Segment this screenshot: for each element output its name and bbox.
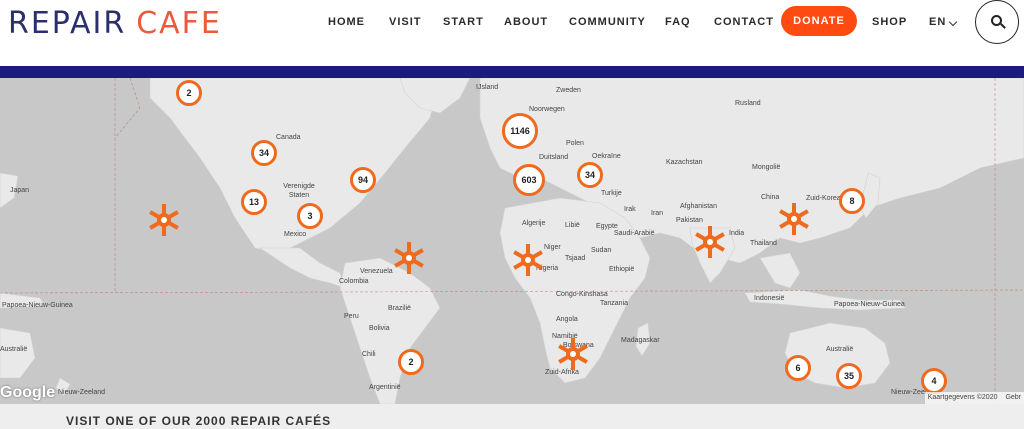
map-label: Brazilië <box>388 305 411 312</box>
map-label: Venezuela <box>360 268 393 275</box>
map-label: Indonesië <box>754 295 785 302</box>
map-label: Polen <box>566 140 584 147</box>
map-label: Duitsland <box>539 154 569 161</box>
map-label: Papoea-Nieuw-Guinea <box>2 302 73 309</box>
map-label: Egypte <box>596 223 618 230</box>
cluster-marker[interactable]: 2 <box>176 80 202 106</box>
map-label: Thailand <box>750 240 777 247</box>
cluster-marker[interactable]: 94 <box>350 167 376 193</box>
cluster-marker[interactable]: 2 <box>398 349 424 375</box>
map-label: Ethiopië <box>609 266 635 273</box>
map-label: Libië <box>565 222 580 229</box>
map-label: Angola <box>556 316 578 323</box>
cluster-marker[interactable]: 34 <box>251 140 277 166</box>
map-label: Irak <box>624 206 636 213</box>
search-button[interactable] <box>975 0 1019 44</box>
map-label: Afghanistan <box>680 203 717 210</box>
map-label: Japan <box>10 187 30 194</box>
map-label: Mongolië <box>752 164 781 171</box>
cluster-marker[interactable]: 1146 <box>502 113 538 149</box>
chevron-down-icon <box>949 17 958 27</box>
map-label: Mexico <box>284 231 307 238</box>
cluster-marker[interactable]: 6 <box>785 355 811 381</box>
map-label: Papoea-Nieuw-Guinea <box>834 301 905 308</box>
map-label: Peru <box>344 313 359 320</box>
cluster-marker[interactable]: 603 <box>513 164 545 196</box>
cluster-marker[interactable]: 13 <box>241 189 267 215</box>
map-label: Iran <box>651 210 664 217</box>
map-label: Tsjaad <box>565 255 586 262</box>
site-header: REPAIR CAFE HOME VISIT START ABOUT COMMUN… <box>0 0 1024 66</box>
map-label: Verenigde Staten <box>283 183 315 199</box>
map-label: Nieuw-Zeeland <box>58 389 106 396</box>
map-label: Kazachstan <box>666 159 703 166</box>
map-label: China <box>761 194 780 201</box>
map-label: Niger <box>544 244 561 251</box>
map-label: Pakistan <box>676 217 703 224</box>
nav-contact[interactable]: CONTACT <box>714 16 774 28</box>
nav-faq[interactable]: FAQ <box>665 16 691 28</box>
map-label: Sudan <box>591 247 612 254</box>
nav-about[interactable]: ABOUT <box>504 16 548 28</box>
map-label: Algerije <box>522 220 546 227</box>
language-selector[interactable]: EN <box>929 16 958 28</box>
nav-visit[interactable]: VISIT <box>389 16 422 28</box>
map-label: Argentinië <box>369 384 401 391</box>
repair-cafe-logo[interactable]: REPAIR CAFE <box>8 6 222 41</box>
repair-cafe-marker-icon[interactable] <box>510 242 546 278</box>
repair-cafe-world-map[interactable]: IJsland Zweden Noorwegen Rusland Canada … <box>0 78 1024 404</box>
navy-divider-bar <box>0 66 1024 78</box>
repair-cafe-marker-icon[interactable] <box>776 201 812 237</box>
map-label: Turkije <box>601 190 622 197</box>
section-title: VISIT ONE OF OUR 2000 REPAIR CAFÉS <box>66 414 332 428</box>
logo-repair-text: REPAIR <box>8 6 127 41</box>
map-label: Australië <box>0 346 28 353</box>
donate-button[interactable]: DONATE <box>781 6 857 36</box>
repair-cafe-marker-icon[interactable] <box>555 336 591 372</box>
map-label: Saudi-Arabië <box>614 230 655 237</box>
map-label: India <box>729 230 745 237</box>
map-label: Madagaskar <box>621 337 660 344</box>
nav-home[interactable]: HOME <box>328 16 365 28</box>
map-label: Noorwegen <box>529 106 565 113</box>
map-label: Oekraïne <box>592 153 621 160</box>
map-label: Rusland <box>735 100 761 107</box>
map-label: Chili <box>362 351 376 358</box>
map-terms-link[interactable]: Gebr <box>1005 394 1021 401</box>
map-label: Bolivia <box>369 325 390 332</box>
logo-cafe-text: CAFE <box>136 6 222 41</box>
cluster-marker[interactable]: 3 <box>297 203 323 229</box>
map-label: Canada <box>276 134 301 141</box>
language-label: EN <box>929 16 947 28</box>
google-logo[interactable]: Google <box>0 384 55 402</box>
nav-shop[interactable]: SHOP <box>872 16 907 28</box>
repair-cafe-marker-icon[interactable] <box>391 240 427 276</box>
nav-start[interactable]: START <box>443 16 484 28</box>
map-label: Australië <box>826 346 854 353</box>
nav-community[interactable]: COMMUNITY <box>569 16 646 28</box>
section-band: VISIT ONE OF OUR 2000 REPAIR CAFÉS <box>0 404 1024 429</box>
map-attribution-text: Kaartgegevens ©2020 <box>927 394 998 401</box>
map-label: Tanzania <box>600 300 629 307</box>
cluster-marker[interactable]: 8 <box>839 188 865 214</box>
repair-cafe-marker-icon[interactable] <box>692 224 728 260</box>
map-label: Congo-Kinshasa <box>556 291 608 298</box>
repair-cafe-marker-icon[interactable] <box>146 202 182 238</box>
cluster-marker[interactable]: 4 <box>921 368 947 394</box>
map-label: Zweden <box>556 87 581 94</box>
map-attribution[interactable]: Kaartgegevens ©2020 Gebr <box>924 392 1024 404</box>
cluster-marker[interactable]: 35 <box>836 363 862 389</box>
map-label: Colombia <box>339 278 369 285</box>
cluster-marker[interactable]: 34 <box>577 162 603 188</box>
map-label: IJsland <box>476 84 499 91</box>
